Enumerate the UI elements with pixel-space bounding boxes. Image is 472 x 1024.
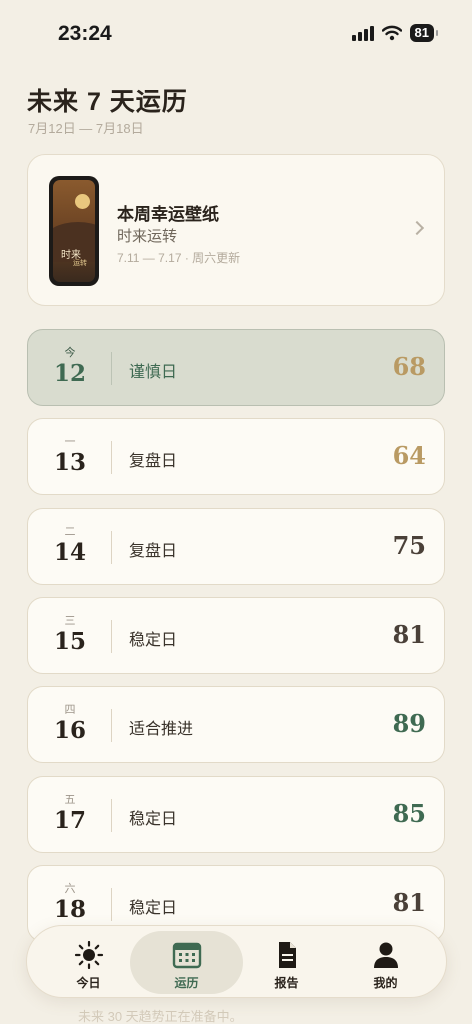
weekday-label: 今 bbox=[64, 347, 76, 359]
wallpaper-thumbnail: 时来 运转 bbox=[49, 176, 99, 286]
chevron-right-icon bbox=[409, 220, 425, 236]
wallpaper-update-info: 7.11 — 7.17 · 周六更新 bbox=[117, 251, 241, 265]
tab-label: 报告 bbox=[274, 976, 299, 990]
wallpaper-card-title: 本周幸运壁纸 bbox=[117, 205, 219, 224]
footer-note: 未来 30 天趋势正在准备中。 bbox=[78, 1009, 243, 1024]
cellular-signal-icon bbox=[351, 25, 374, 41]
sun-icon bbox=[74, 941, 103, 969]
battery-icon: 81 bbox=[409, 24, 439, 42]
tab-profile[interactable]: 我的 bbox=[329, 931, 442, 994]
tab-calendar[interactable]: 运历 bbox=[130, 931, 243, 994]
weekday-label: 三 bbox=[64, 615, 76, 627]
status-time: 23:24 bbox=[58, 22, 112, 45]
status-bar: 23:24 81 bbox=[0, 0, 472, 70]
day-type-label: 谨慎日 bbox=[129, 364, 178, 381]
wallpaper-name: 时来运转 bbox=[117, 228, 178, 245]
day-card[interactable]: 一 13 复盘日 64 bbox=[27, 418, 445, 495]
fortune-score: 64 bbox=[392, 441, 426, 470]
weekday-label: 四 bbox=[64, 704, 76, 716]
fortune-score: 68 bbox=[392, 352, 426, 381]
day-card[interactable]: 三 15 稳定日 81 bbox=[27, 597, 445, 674]
divider bbox=[111, 888, 112, 921]
weekday-label: 六 bbox=[64, 883, 76, 895]
fortune-score: 75 bbox=[392, 531, 426, 560]
day-number: 14 bbox=[53, 539, 86, 566]
status-icons: 81 bbox=[351, 24, 439, 42]
wifi-icon bbox=[381, 25, 402, 41]
day-number: 18 bbox=[53, 896, 86, 923]
thumbnail-subtext: 运转 bbox=[73, 260, 87, 267]
tab-report[interactable]: 报告 bbox=[230, 931, 343, 994]
divider bbox=[111, 441, 112, 474]
page-title: 未来 7 天运历 bbox=[27, 88, 188, 116]
day-type-label: 稳定日 bbox=[129, 900, 178, 917]
tab-label: 运历 bbox=[174, 976, 199, 990]
day-card[interactable]: 今 12 谨慎日 68 bbox=[27, 329, 445, 406]
day-number: 15 bbox=[53, 628, 86, 655]
lucky-wallpaper-card[interactable]: 时来 运转 本周幸运壁纸 时来运转 7.11 — 7.17 · 周六更新 bbox=[27, 154, 445, 306]
person-icon bbox=[373, 942, 398, 968]
fortune-score: 81 bbox=[392, 620, 426, 649]
day-number: 12 bbox=[53, 360, 86, 387]
divider bbox=[111, 709, 112, 742]
day-type-label: 适合推进 bbox=[129, 721, 194, 738]
weekday-label: 一 bbox=[64, 436, 76, 448]
tab-label: 我的 bbox=[373, 976, 398, 990]
fortune-score: 81 bbox=[392, 888, 426, 917]
document-icon bbox=[278, 942, 296, 968]
day-type-label: 稳定日 bbox=[129, 632, 178, 649]
fortune-score: 89 bbox=[392, 709, 426, 738]
day-type-label: 复盘日 bbox=[129, 543, 178, 560]
day-type-label: 复盘日 bbox=[129, 453, 178, 470]
fortune-score: 85 bbox=[392, 799, 426, 828]
tab-label: 今日 bbox=[76, 976, 101, 990]
weekday-label: 五 bbox=[64, 794, 76, 806]
day-card[interactable]: 四 16 适合推进 89 bbox=[27, 686, 445, 763]
calendar-icon bbox=[172, 942, 201, 969]
day-card[interactable]: 五 17 稳定日 85 bbox=[27, 776, 445, 853]
day-type-label: 稳定日 bbox=[129, 811, 178, 828]
tab-today[interactable]: 今日 bbox=[32, 931, 145, 994]
day-number: 17 bbox=[53, 807, 86, 834]
day-card[interactable]: 二 14 复盘日 75 bbox=[27, 508, 445, 585]
date-range: 7月12日 — 7月18日 bbox=[28, 121, 144, 136]
sun-decoration bbox=[75, 194, 90, 209]
weekday-label: 二 bbox=[64, 526, 76, 538]
day-number: 13 bbox=[53, 449, 86, 476]
divider bbox=[111, 799, 112, 832]
day-number: 16 bbox=[53, 717, 86, 744]
divider bbox=[111, 531, 112, 564]
divider bbox=[111, 620, 112, 653]
tab-bar: 今日 运历 报告 我的 bbox=[26, 925, 447, 998]
divider bbox=[111, 352, 112, 385]
